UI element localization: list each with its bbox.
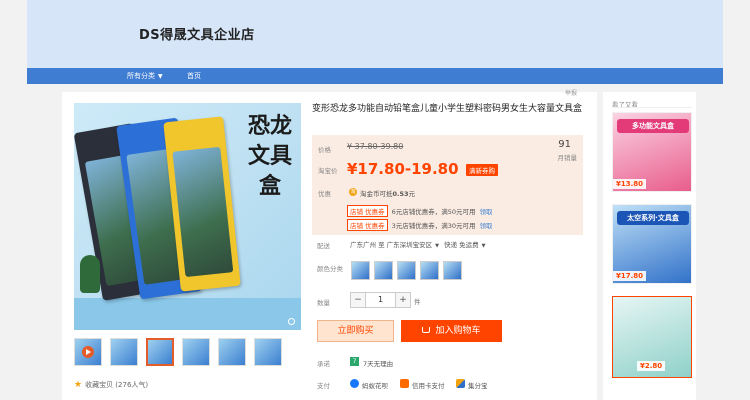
thumbnail[interactable]	[182, 338, 210, 366]
payment-method[interactable]: 集分宝	[468, 380, 488, 390]
benefit-label: 优惠	[318, 190, 331, 198]
coupon-text: 3元店铺优惠券，满30元可用	[391, 222, 476, 230]
coupon-row: 店铺 优惠券 3元店铺优惠券，满30元可用 领取	[347, 219, 493, 231]
recommended-item[interactable]: ¥2.80	[612, 296, 692, 378]
coupon-text: 6元店铺优惠券，满50元可用	[391, 208, 476, 216]
payment-method[interactable]: 信用卡支付	[412, 380, 445, 390]
recommended-item[interactable]: 太空系列·文具盒 ¥17.80	[612, 204, 692, 284]
color-option[interactable]	[397, 261, 416, 280]
buy-now-button[interactable]: 立即购买	[317, 320, 394, 342]
color-option[interactable]	[351, 261, 370, 280]
recommended-item-price: ¥2.80	[637, 361, 666, 371]
monthly-sales-count: 91	[558, 139, 571, 150]
monthly-sales-label: 月销量	[557, 154, 578, 162]
coupon-row: 店铺 优惠券 6元店铺优惠券，满50元可用 领取	[347, 205, 493, 217]
color-option[interactable]	[374, 261, 393, 280]
shipping-from: 广东广州 至	[350, 241, 385, 249]
recommended-item-price: ¥17.80	[613, 271, 647, 281]
caret-down-icon: ▼	[158, 73, 163, 80]
coupon-tag: 店铺 优惠券	[347, 205, 388, 217]
divider	[612, 107, 692, 108]
shop-nav-bar: 所有分类 ▼ 首页	[27, 68, 723, 84]
jifenbao-icon	[456, 379, 465, 388]
thumbnail-video[interactable]	[74, 338, 102, 366]
payment-label: 支付	[317, 382, 330, 390]
decrease-quantity-button[interactable]: −	[350, 292, 366, 308]
image-floor	[74, 298, 301, 330]
original-price: ¥ 37.80-39.80	[347, 142, 404, 151]
favorite-label: 收藏宝贝 (276人气)	[85, 381, 149, 389]
cart-icon	[422, 327, 431, 333]
increase-quantity-button[interactable]: +	[395, 292, 411, 308]
coin-discount-text: 淘金币可抵0.53元	[360, 188, 415, 198]
nav-home[interactable]: 首页	[187, 71, 201, 81]
nav-all-categories-label: 所有分类	[127, 72, 155, 80]
coin-text-prefix: 淘金币可抵	[360, 190, 393, 198]
quantity-input[interactable]: 1	[366, 292, 395, 308]
shipping-fee[interactable]: 快递 免运费	[444, 241, 479, 249]
recommended-item-price: ¥13.80	[613, 179, 647, 189]
coupon-get-link[interactable]: 领取	[480, 222, 493, 230]
taobao-coin-icon: 淘	[349, 188, 357, 196]
sale-price: ¥17.80-19.80	[347, 160, 459, 178]
report-link[interactable]: 举报	[565, 88, 577, 97]
promo-badge: 满新券购	[466, 164, 498, 176]
quantity-label: 数量	[317, 299, 330, 307]
image-title-text: 恐龙文具盒	[247, 113, 292, 199]
chevron-down-icon[interactable]: ▼	[482, 243, 486, 249]
coin-amount: 0.53	[392, 190, 409, 198]
huabei-icon	[350, 379, 359, 388]
thumbnail[interactable]	[218, 338, 246, 366]
product-title: 变形恐龙多功能自动铅笔盒儿童小学生塑料密码男女生大容量文具盒	[312, 104, 583, 114]
color-option[interactable]	[443, 261, 462, 280]
nav-all-categories[interactable]: 所有分类 ▼	[127, 71, 163, 81]
price-label: 价格	[318, 146, 331, 154]
favorite-link[interactable]: ★ 收藏宝贝 (276人气)	[74, 380, 148, 390]
star-icon: ★	[74, 380, 83, 390]
recommended-item-banner: 太空系列·文具盒	[617, 211, 689, 225]
chevron-down-icon[interactable]: ▼	[435, 243, 439, 249]
recommended-item[interactable]: 多功能文具盒 ¥13.80	[612, 112, 692, 192]
shop-header: DS得晟文具企业店	[27, 0, 723, 68]
quantity-unit: 件	[414, 298, 421, 306]
promise-text[interactable]: 7天无理由	[363, 358, 393, 368]
payment-method[interactable]: 蚂蚁花呗	[362, 380, 388, 390]
coupon-tag: 店铺 优惠券	[347, 219, 388, 231]
color-label: 颜色分类	[317, 265, 343, 273]
shop-name[interactable]: DS得晟文具企业店	[139, 24, 255, 43]
seven-day-return-icon: 7	[350, 357, 359, 366]
dinosaur-figure	[80, 255, 100, 293]
sale-price-label: 淘宝价	[318, 167, 338, 175]
add-to-cart-label: 加入购物车	[435, 326, 481, 336]
add-to-cart-button[interactable]: 加入购物车	[401, 320, 502, 342]
shipping-destination[interactable]: 广东深圳宝安区	[387, 241, 433, 249]
color-option[interactable]	[420, 261, 439, 280]
play-icon	[82, 346, 94, 358]
promise-label: 承诺	[317, 360, 330, 368]
image-indicator-dot	[288, 318, 295, 325]
thumbnail[interactable]	[254, 338, 282, 366]
price-box: 价格 ¥ 37.80-39.80 91 月销量 淘宝价 ¥17.80-19.80…	[312, 135, 583, 235]
product-main-image[interactable]: 恐龙文具盒	[74, 103, 301, 330]
recommended-item-banner: 多功能文具盒	[617, 119, 689, 133]
coin-unit: 元	[408, 190, 416, 198]
credit-card-icon	[400, 379, 409, 388]
thumbnail-selected[interactable]	[146, 338, 174, 366]
thumbnail[interactable]	[110, 338, 138, 366]
shipping-info: 广东广州 至 广东深圳宝安区 ▼ 快递 免运费 ▼	[350, 239, 489, 249]
shipping-label: 配送	[317, 242, 330, 250]
coupon-get-link[interactable]: 领取	[480, 208, 493, 216]
